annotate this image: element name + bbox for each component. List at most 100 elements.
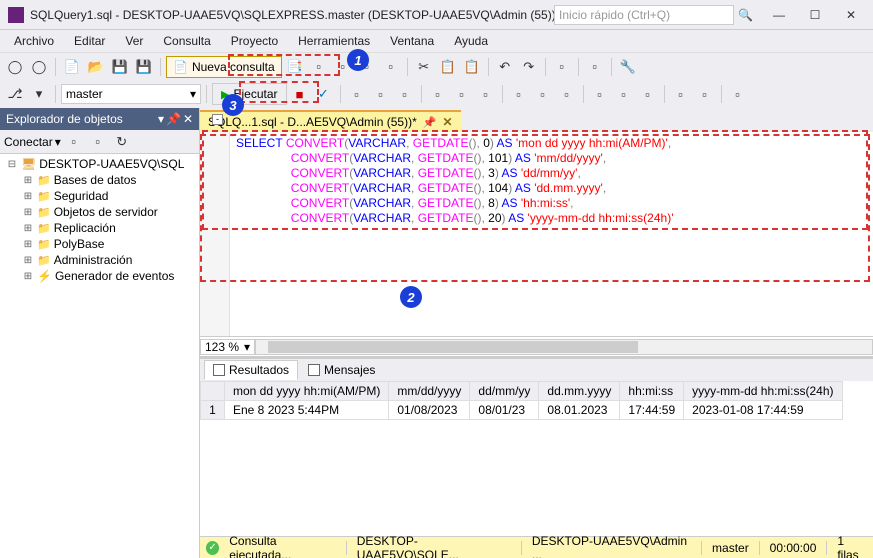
stop-button[interactable]: ■ — [289, 83, 311, 105]
menu-herramientas[interactable]: Herramientas — [290, 32, 378, 50]
server-node[interactable]: ⊟ 🖥 DESKTOP-UAAE5VQ\SQL — [2, 156, 197, 172]
new-button[interactable]: 📄 — [61, 56, 83, 78]
tree-administracion[interactable]: ⊞📁Administración — [2, 252, 197, 268]
col-h4[interactable]: dd.mm.yyyy — [539, 382, 620, 401]
results-tab[interactable]: Resultados — [204, 360, 298, 380]
disconnect-button[interactable]: ▫ — [63, 131, 85, 153]
tb-file-icon[interactable]: 📑 — [284, 56, 306, 78]
menu-ver[interactable]: Ver — [117, 32, 151, 50]
paste-button[interactable]: 📋 — [461, 56, 483, 78]
object-tree[interactable]: ⊟ 🖥 DESKTOP-UAAE5VQ\SQL ⊞📁Bases de datos… — [0, 154, 199, 558]
zoom-combo[interactable]: 123 %▾ — [200, 339, 255, 355]
database-combo[interactable]: master ▾ — [61, 84, 201, 104]
tb-ind1-icon[interactable]: ▫ — [589, 83, 611, 105]
col-h2[interactable]: mm/dd/yyyy — [389, 382, 470, 401]
tb-plan1-icon[interactable]: ▫ — [346, 83, 368, 105]
save-all-button[interactable]: 💾 — [133, 56, 155, 78]
expand-icon[interactable]: ⊞ — [22, 191, 34, 202]
col-h5[interactable]: hh:mi:ss — [620, 382, 684, 401]
explorer-title: Explorador de objetos ▾ 📌 ✕ — [0, 108, 199, 130]
status-server: DESKTOP-UAAE5VQ\SQLE... — [357, 534, 511, 558]
menu-consulta[interactable]: Consulta — [155, 32, 218, 50]
minimize-button[interactable]: — — [765, 5, 793, 25]
col-rownum[interactable] — [201, 382, 225, 401]
collapse-icon[interactable]: ⊟ — [6, 159, 18, 170]
close-button[interactable]: ✕ — [837, 5, 865, 25]
parse-button[interactable]: ✓ — [313, 83, 335, 105]
tb-com2-icon[interactable]: ▫ — [694, 83, 716, 105]
code-editor[interactable]: SELECT CONVERT(VARCHAR, GETDATE(), 0) AS… — [230, 132, 873, 336]
save-button[interactable]: 💾 — [109, 56, 131, 78]
nav-fwd-button[interactable]: ◯ — [28, 56, 50, 78]
tb-branch-icon[interactable]: ⎇ — [4, 83, 26, 105]
quick-launch-input[interactable]: Inicio rápido (Ctrl+Q) — [554, 5, 734, 25]
search-icon[interactable]: 🔍 — [738, 8, 753, 22]
tb-res1-icon[interactable]: ▫ — [427, 83, 449, 105]
tb-filter2-icon[interactable]: ▫ — [87, 131, 109, 153]
dropdown-icon[interactable]: ▾ — [158, 112, 164, 126]
messages-tab[interactable]: Mensajes — [300, 361, 383, 379]
tb-plan2-icon[interactable]: ▫ — [370, 83, 392, 105]
expand-icon[interactable]: ⊞ — [22, 207, 34, 218]
folder-icon: 📁 — [37, 190, 51, 203]
expand-icon[interactable]: ⊞ — [22, 239, 34, 250]
expand-icon[interactable]: ⊞ — [22, 255, 34, 266]
new-query-button[interactable]: 📄 Nueva consulta — [166, 56, 282, 78]
tb-res2-icon[interactable]: ▫ — [451, 83, 473, 105]
tb-settings-icon[interactable]: 🔧 — [617, 56, 639, 78]
tb-mdx-icon[interactable]: ▫ — [308, 56, 330, 78]
tab-pin-icon[interactable]: 📌 — [423, 116, 437, 129]
results-grid[interactable]: mon dd yyyy hh:mi(AM/PM) mm/dd/yyyy dd/m… — [200, 381, 873, 536]
scroll-thumb[interactable] — [268, 341, 638, 353]
nav-back-button[interactable]: ◯ — [4, 56, 26, 78]
tree-seguridad[interactable]: ⊞📁Seguridad — [2, 188, 197, 204]
tb-com1-icon[interactable]: ▫ — [670, 83, 692, 105]
tb-plan3-icon[interactable]: ▫ — [394, 83, 416, 105]
menu-ventana[interactable]: Ventana — [382, 32, 442, 50]
tb-ind3-icon[interactable]: ▫ — [637, 83, 659, 105]
tb-end-icon[interactable]: ▫ — [727, 83, 749, 105]
tb-misc1-button[interactable]: ▫ — [551, 56, 573, 78]
data-row[interactable]: 1 Ene 8 2023 5:44PM 01/08/2023 08/01/23 … — [201, 401, 843, 420]
grid-icon — [213, 364, 225, 376]
tb-opt3-icon[interactable]: ▫ — [556, 83, 578, 105]
menu-ayuda[interactable]: Ayuda — [446, 32, 496, 50]
gutter: - — [200, 132, 230, 336]
cut-button[interactable]: ✂ — [413, 56, 435, 78]
tb-opt1-icon[interactable]: ▫ — [508, 83, 530, 105]
copy-button[interactable]: 📋 — [437, 56, 459, 78]
tree-bases-datos[interactable]: ⊞📁Bases de datos — [2, 172, 197, 188]
maximize-button[interactable]: ☐ — [801, 5, 829, 25]
col-h1[interactable]: mon dd yyyy hh:mi(AM/PM) — [225, 382, 389, 401]
connect-button[interactable]: Conectar — [4, 135, 53, 149]
expand-icon[interactable]: ⊞ — [22, 223, 34, 234]
results-tab-label: Resultados — [229, 363, 289, 377]
tb-misc2-button[interactable]: ▫ — [584, 56, 606, 78]
tb-filter-icon[interactable]: ▾ — [28, 83, 50, 105]
menu-proyecto[interactable]: Proyecto — [223, 32, 286, 50]
tb-res3-icon[interactable]: ▫ — [475, 83, 497, 105]
undo-button[interactable]: ↶ — [494, 56, 516, 78]
horizontal-scrollbar[interactable] — [255, 339, 873, 355]
tree-objetos-servidor[interactable]: ⊞📁Objetos de servidor — [2, 204, 197, 220]
expand-icon[interactable]: ⊞ — [22, 175, 34, 186]
tb-opt2-icon[interactable]: ▫ — [532, 83, 554, 105]
refresh-button[interactable]: ↻ — [111, 131, 133, 153]
close-panel-icon[interactable]: ✕ — [183, 112, 193, 126]
connect-dropdown-icon[interactable]: ▾ — [55, 135, 61, 149]
open-button[interactable]: 📂 — [85, 56, 107, 78]
tree-polybase[interactable]: ⊞📁PolyBase — [2, 236, 197, 252]
col-h6[interactable]: yyyy-mm-dd hh:mi:ss(24h) — [684, 382, 842, 401]
tb-dax-icon[interactable]: ▫ — [380, 56, 402, 78]
tab-close-icon[interactable]: ✕ — [442, 115, 452, 129]
tb-ind2-icon[interactable]: ▫ — [613, 83, 635, 105]
expand-icon[interactable]: ⊞ — [22, 271, 34, 282]
tree-replicacion[interactable]: ⊞📁Replicación — [2, 220, 197, 236]
menu-archivo[interactable]: Archivo — [6, 32, 62, 50]
menu-editar[interactable]: Editar — [66, 32, 113, 50]
pin-icon[interactable]: 📌 — [166, 112, 181, 126]
redo-button[interactable]: ↷ — [518, 56, 540, 78]
tree-generador-eventos[interactable]: ⊞⚡Generador de eventos — [2, 268, 197, 284]
col-h3[interactable]: dd/mm/yy — [470, 382, 539, 401]
app-icon — [8, 7, 24, 23]
